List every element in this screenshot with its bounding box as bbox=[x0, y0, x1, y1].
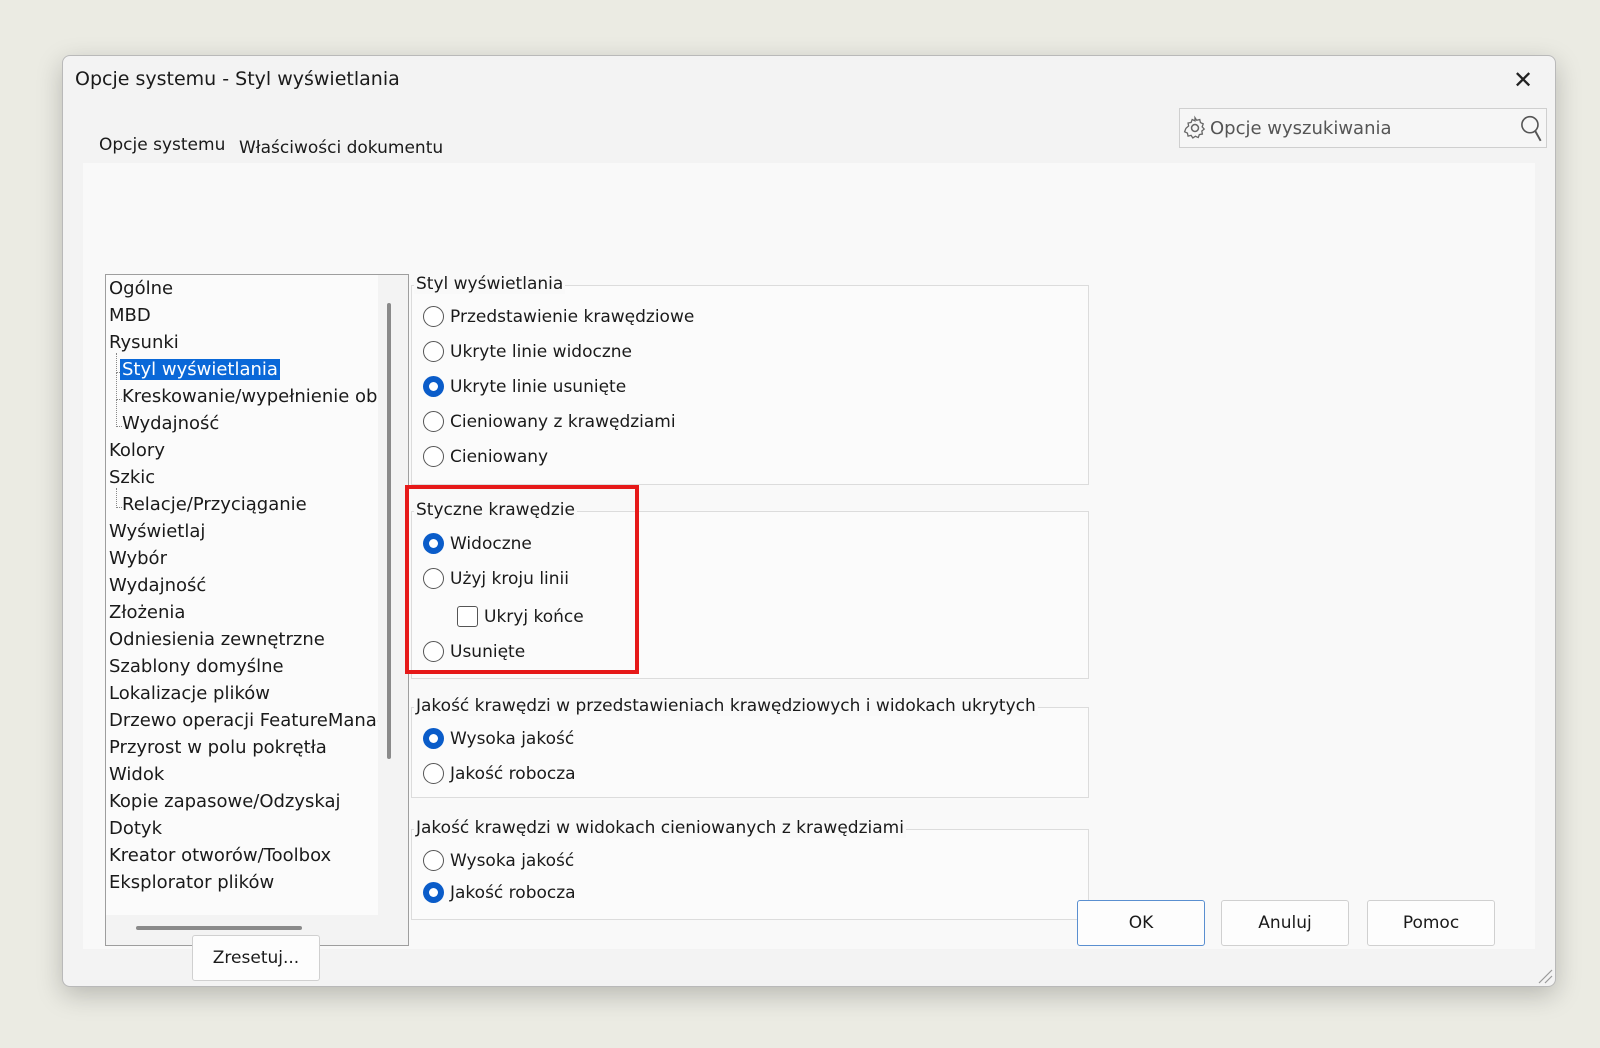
radio-button-selected[interactable] bbox=[423, 728, 444, 749]
tree-item-drawings[interactable]: Rysunki bbox=[109, 332, 179, 353]
help-button[interactable]: Pomoc bbox=[1367, 900, 1495, 946]
search-placeholder: Opcje wyszukiwania bbox=[1210, 118, 1392, 139]
tree-item-hole-wizard-toolbox[interactable]: Kreator otworów/Toolbox bbox=[109, 845, 331, 866]
tree-item-display[interactable]: Wyświetlaj bbox=[109, 521, 205, 542]
system-options-dialog: Opcje systemu - Styl wyświetlania ✕ Opcj… bbox=[62, 55, 1556, 987]
group-display-style-title: Styl wyświetlania bbox=[414, 274, 566, 294]
radio-button[interactable] bbox=[423, 306, 444, 327]
tree-item-touch[interactable]: Dotyk bbox=[109, 818, 162, 839]
radio-button[interactable] bbox=[423, 446, 444, 467]
cancel-button[interactable]: Anuluj bbox=[1221, 900, 1349, 946]
radio-label: Ukryte linie usunięte bbox=[450, 376, 627, 397]
radio-button[interactable] bbox=[423, 763, 444, 784]
tree-horizontal-scrollbar[interactable] bbox=[136, 926, 302, 930]
reset-button[interactable]: Zresetuj... bbox=[192, 935, 320, 981]
radio-wireframe-draft-quality[interactable]: Jakość robocza bbox=[423, 763, 576, 784]
search-options-field[interactable]: Opcje wyszukiwania bbox=[1179, 108, 1547, 148]
radio-shaded-high-quality[interactable]: Wysoka jakość bbox=[423, 850, 574, 871]
tree-item-external-references[interactable]: Odniesienia zewnętrzne bbox=[109, 629, 325, 650]
dialog-title: Opcje systemu - Styl wyświetlania bbox=[75, 68, 400, 90]
radio-label: Przedstawienie krawędziowe bbox=[450, 306, 695, 327]
tree-item-drawings-performance[interactable]: Wydajność bbox=[122, 413, 219, 434]
group-edge-quality-shaded bbox=[411, 829, 1089, 920]
tree-item-file-explorer[interactable]: Eksplorator plików bbox=[109, 872, 274, 893]
radio-label: Jakość robocza bbox=[450, 763, 576, 784]
radio-hidden-lines-removed[interactable]: Ukryte linie usunięte bbox=[423, 376, 626, 397]
resize-grip-icon[interactable] bbox=[1535, 966, 1553, 984]
radio-hidden-lines-visible[interactable]: Ukryte linie widoczne bbox=[423, 341, 632, 362]
tree-item-sketch[interactable]: Szkic bbox=[109, 467, 155, 488]
tree-item-relations-snaps[interactable]: Relacje/Przyciąganie bbox=[122, 494, 307, 515]
tree-item-general[interactable]: Ogólne bbox=[109, 278, 173, 299]
radio-wireframe[interactable]: Przedstawienie krawędziowe bbox=[423, 306, 694, 327]
radio-shaded-with-edges[interactable]: Cieniowany z krawędziami bbox=[423, 411, 676, 432]
tree-item-display-style[interactable]: Styl wyświetlania bbox=[120, 359, 280, 380]
tab-document-properties[interactable]: Właściwości dokumentu bbox=[239, 138, 443, 158]
radio-button-selected[interactable] bbox=[423, 376, 444, 397]
group-edge-quality-shaded-title: Jakość krawędzi w widokach cieniowanych … bbox=[414, 818, 906, 838]
tree-item-selection[interactable]: Wybór bbox=[109, 548, 167, 569]
tree-item-backup-recover[interactable]: Kopie zapasowe/Odzyskaj bbox=[109, 791, 341, 812]
radio-label: Cieniowany bbox=[450, 446, 549, 467]
radio-label: Ukryte linie widoczne bbox=[450, 341, 632, 362]
radio-label: Wysoka jakość bbox=[450, 850, 575, 871]
tangent-edges-highlight-box bbox=[405, 485, 639, 674]
tree-vertical-scrollbar[interactable] bbox=[387, 303, 391, 759]
group-edge-quality-wireframe-title: Jakość krawędzi w przedstawieniach krawę… bbox=[414, 696, 1038, 716]
tree-item-colors[interactable]: Kolory bbox=[109, 440, 165, 461]
ok-button[interactable]: OK bbox=[1077, 900, 1205, 946]
gear-icon[interactable] bbox=[1182, 115, 1208, 141]
tree-item-performance[interactable]: Wydajność bbox=[109, 575, 206, 596]
radio-shaded-draft-quality[interactable]: Jakość robocza bbox=[423, 882, 576, 903]
options-tree[interactable]: Ogólne MBD Rysunki Styl wyświetlania Kre… bbox=[105, 274, 409, 946]
tree-vertical-scroll-track[interactable] bbox=[378, 275, 408, 945]
search-icon[interactable] bbox=[1518, 114, 1544, 144]
tree-item-spin-box-increments[interactable]: Przyrost w polu pokrętła bbox=[109, 737, 327, 758]
tree-item-hatch-fill[interactable]: Kreskowanie/wypełnienie obsza bbox=[122, 386, 407, 407]
group-edge-quality-wireframe bbox=[411, 707, 1089, 798]
tree-item-default-templates[interactable]: Szablony domyślne bbox=[109, 656, 284, 677]
tree-item-featuremanager[interactable]: Drzewo operacji FeatureManager bbox=[109, 710, 407, 731]
tree-item-file-locations[interactable]: Lokalizacje plików bbox=[109, 683, 270, 704]
tab-system-options[interactable]: Opcje systemu bbox=[99, 135, 225, 155]
tree-item-mbd[interactable]: MBD bbox=[109, 305, 151, 326]
radio-button[interactable] bbox=[423, 341, 444, 362]
tree-item-view[interactable]: Widok bbox=[109, 764, 164, 785]
close-icon[interactable]: ✕ bbox=[1505, 64, 1541, 96]
radio-wireframe-high-quality[interactable]: Wysoka jakość bbox=[423, 728, 574, 749]
radio-label: Wysoka jakość bbox=[450, 728, 575, 749]
radio-label: Jakość robocza bbox=[450, 882, 576, 903]
radio-button[interactable] bbox=[423, 411, 444, 432]
radio-label: Cieniowany z krawędziami bbox=[450, 411, 676, 432]
radio-button[interactable] bbox=[423, 850, 444, 871]
tree-item-assemblies[interactable]: Złożenia bbox=[109, 602, 185, 623]
radio-shaded[interactable]: Cieniowany bbox=[423, 446, 548, 467]
options-content-panel: Ogólne MBD Rysunki Styl wyświetlania Kre… bbox=[83, 163, 1535, 981]
radio-button-selected[interactable] bbox=[423, 882, 444, 903]
